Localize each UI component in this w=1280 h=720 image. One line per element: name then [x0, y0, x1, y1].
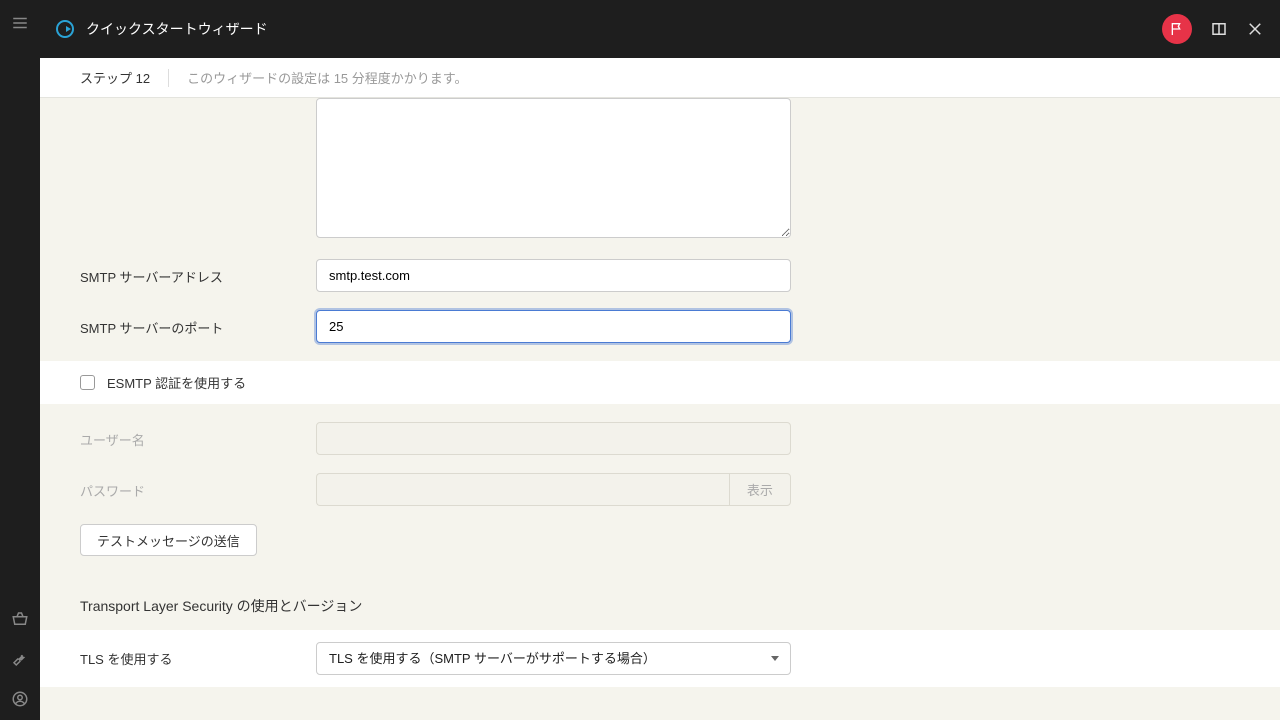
- password-label: パスワード: [80, 473, 316, 500]
- divider: [168, 69, 169, 87]
- username-label: ユーザー名: [80, 422, 316, 449]
- wrench-icon[interactable]: [11, 650, 29, 668]
- basket-icon[interactable]: [11, 610, 29, 628]
- wizard-subheader: ステップ 12 このウィザードの設定は 15 分程度かかります。: [40, 58, 1280, 98]
- close-icon[interactable]: [1246, 20, 1264, 38]
- flag-badge[interactable]: [1162, 14, 1192, 44]
- esmtp-row: ESMTP 認証を使用する: [40, 361, 1280, 404]
- page-title: クイックスタートウィザード: [86, 19, 268, 39]
- send-test-button[interactable]: テストメッセージの送信: [80, 524, 257, 556]
- use-tls-label: TLS を使用する: [80, 649, 316, 668]
- tls-row: TLS を使用する TLS を使用する（SMTP サーバーがサポートする場合）: [40, 630, 1280, 687]
- app-header: クイックスタートウィザード: [40, 0, 1280, 58]
- user-circle-icon[interactable]: [11, 690, 29, 708]
- step-hint: このウィザードの設定は 15 分程度かかります。: [187, 68, 467, 87]
- esmtp-label: ESMTP 認証を使用する: [107, 373, 246, 392]
- left-sidebar: [0, 0, 40, 720]
- hamburger-icon[interactable]: [11, 14, 29, 32]
- username-input: [316, 422, 791, 455]
- step-label: ステップ 12: [80, 68, 150, 87]
- smtp-port-input[interactable]: [316, 310, 791, 343]
- textarea-label: [80, 98, 316, 106]
- message-textarea[interactable]: [316, 98, 791, 238]
- password-input: [316, 473, 729, 506]
- smtp-port-label: SMTP サーバーのポート: [80, 310, 316, 337]
- esmtp-checkbox[interactable]: [80, 375, 95, 390]
- bookmark-icon[interactable]: [1210, 20, 1228, 38]
- smtp-address-input[interactable]: [316, 259, 791, 292]
- show-password-button: 表示: [729, 473, 791, 506]
- use-tls-select[interactable]: TLS を使用する（SMTP サーバーがサポートする場合）: [316, 642, 791, 675]
- tls-section-title: Transport Layer Security の使用とバージョン: [80, 596, 1240, 616]
- smtp-address-label: SMTP サーバーアドレス: [80, 259, 316, 286]
- wizard-content: SMTP サーバーアドレス SMTP サーバーのポート ESMTP 認証を使用す…: [40, 98, 1280, 720]
- wizard-logo-icon: [56, 20, 74, 38]
- flag-icon: [1169, 21, 1185, 37]
